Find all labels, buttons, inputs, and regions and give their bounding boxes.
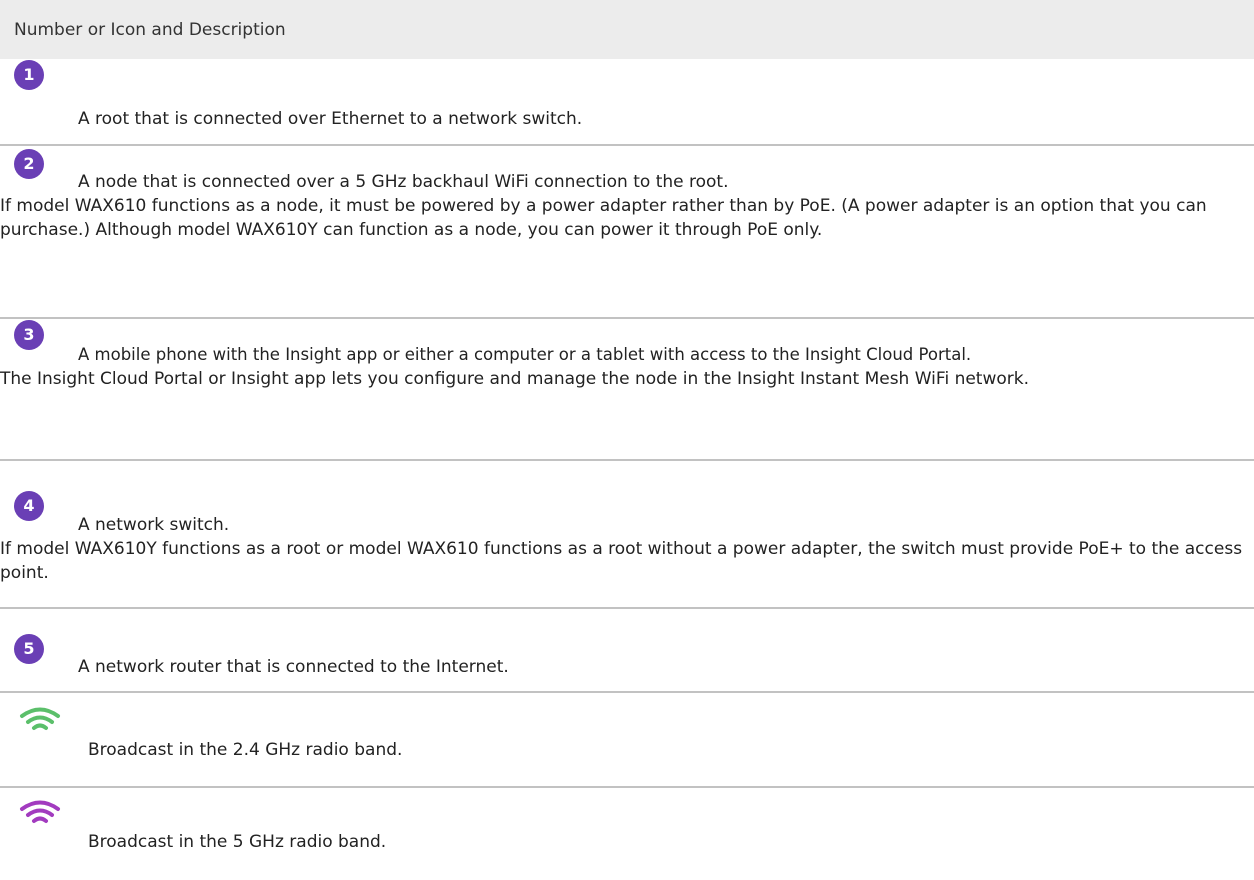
row-detail: If model WAX610 functions as a node, it … [0,196,1207,240]
row-detail: The Insight Cloud Portal or Insight app … [0,369,1030,389]
number-badge-3: 3 [14,320,44,350]
table-row: 5 A network router that is connected to … [0,609,1254,693]
row-description: Broadcast in the 5 GHz radio band. [88,832,387,852]
row-description: A network router that is connected to th… [78,657,509,677]
row-description: Broadcast in the 2.4 GHz radio band. [88,740,403,760]
table-header: Number or Icon and Description [0,0,1254,59]
wifi-green-icon [20,707,60,730]
row-description: A root that is connected over Ethernet t… [78,109,583,129]
row-description: A mobile phone with the Insight app or e… [78,345,972,364]
row-description: A node that is connected over a 5 GHz ba… [78,172,729,192]
table-row: 1 A root that is connected over Ethernet… [0,59,1254,146]
table-row: 4 A network switch. If model WAX610Y fun… [0,461,1254,609]
number-badge-1: 1 [14,60,44,90]
table-row: Broadcast in the 2.4 GHz radio band. [0,693,1254,788]
table-row: 3 A mobile phone with the Insight app or… [0,319,1254,461]
header-title: Number or Icon and Description [14,20,286,40]
wifi-purple-icon [20,800,60,823]
number-badge-4: 4 [14,491,44,521]
row-detail: If model WAX610Y functions as a root or … [0,539,1243,583]
table-row: Broadcast in the 5 GHz radio band. [0,788,1254,880]
table-row: 2 A node that is connected over a 5 GHz … [0,146,1254,319]
number-badge-5: 5 [14,634,44,664]
row-description: A network switch. [78,515,230,535]
number-badge-2: 2 [14,149,44,179]
